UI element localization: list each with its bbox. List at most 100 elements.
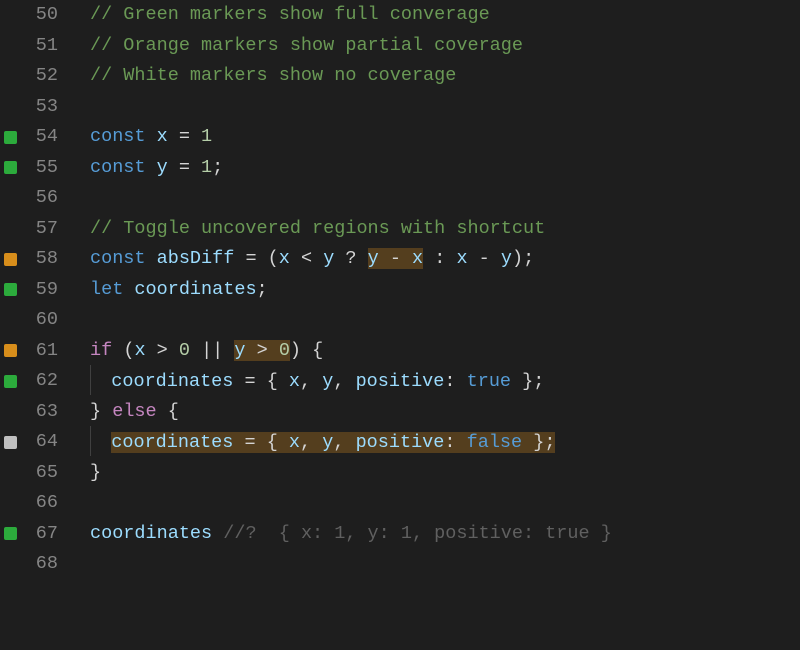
code-line[interactable]: 66 xyxy=(0,488,800,519)
code-line[interactable]: 64coordinates = { x, y, positive: false … xyxy=(0,427,800,458)
line-number: 57 xyxy=(20,214,64,244)
coverage-gutter[interactable] xyxy=(0,253,20,266)
coverage-gutter[interactable] xyxy=(0,161,20,174)
code-line[interactable]: 57 // Toggle uncovered regions with short… xyxy=(0,214,800,245)
line-number: 65 xyxy=(20,458,64,488)
token-var: coordinates xyxy=(111,371,233,392)
token-pun xyxy=(212,523,223,544)
token-var: absDiff xyxy=(157,248,235,269)
token-cmt: // Toggle uncovered regions with shortcu… xyxy=(90,218,545,239)
token-num: 0 xyxy=(179,340,190,361)
coverage-marker-green[interactable] xyxy=(4,283,17,296)
code-content[interactable]: coordinates = { x, y, positive: true }; xyxy=(64,366,544,397)
code-content[interactable]: // Green markers show full converage xyxy=(64,0,490,30)
coverage-marker-white[interactable] xyxy=(4,436,17,449)
token-prop: x xyxy=(289,432,300,453)
coverage-marker-green[interactable] xyxy=(4,375,17,388)
token-pun: = { xyxy=(233,371,289,392)
token-pun: } xyxy=(90,401,112,422)
code-content[interactable]: // Orange markers show partial coverage xyxy=(64,31,523,61)
line-number: 53 xyxy=(20,92,64,122)
token-pun: || xyxy=(190,340,234,361)
code-line[interactable]: 67coordinates //? { x: 1, y: 1, positive… xyxy=(0,519,800,550)
code-line[interactable]: 63} else { xyxy=(0,397,800,428)
code-content[interactable]: // Toggle uncovered regions with shortcu… xyxy=(64,214,545,244)
code-content[interactable]: const y = 1; xyxy=(64,153,223,183)
coverage-marker-orange[interactable] xyxy=(4,253,17,266)
code-line[interactable]: 68 xyxy=(0,549,800,580)
code-line[interactable]: 58const absDiff = (x < y ? y - x : x - y… xyxy=(0,244,800,275)
code-line[interactable]: 52// White markers show no coverage xyxy=(0,61,800,92)
token-pun xyxy=(146,157,157,178)
code-line[interactable]: 51// Orange markers show partial coverag… xyxy=(0,31,800,62)
token-var: x xyxy=(456,248,467,269)
coverage-gutter[interactable] xyxy=(0,283,20,296)
coverage-gutter[interactable] xyxy=(0,527,20,540)
line-number: 52 xyxy=(20,61,64,91)
token-pun: ); xyxy=(512,248,534,269)
line-number: 67 xyxy=(20,519,64,549)
code-content[interactable]: } else { xyxy=(64,397,179,427)
line-number: 58 xyxy=(20,244,64,274)
token-pun: ? xyxy=(334,248,367,269)
code-editor[interactable]: 50// Green markers show full converage51… xyxy=(0,0,800,580)
token-var: x xyxy=(157,126,168,147)
code-line[interactable]: 65} xyxy=(0,458,800,489)
code-content[interactable]: // White markers show no coverage xyxy=(64,61,456,91)
token-hint: //? { x: 1, y: 1, positive: true } xyxy=(223,523,612,544)
code-line[interactable]: 59let coordinates; xyxy=(0,275,800,306)
token-prop: positive xyxy=(356,371,445,392)
token-kw: let xyxy=(90,279,123,300)
line-number: 62 xyxy=(20,366,64,396)
line-number: 64 xyxy=(20,427,64,457)
line-number: 63 xyxy=(20,397,64,427)
token-kwc: else xyxy=(112,401,156,422)
coverage-marker-green[interactable] xyxy=(4,161,17,174)
token-pun: > xyxy=(146,340,179,361)
token-num: 1 xyxy=(201,126,212,147)
token-kw: const xyxy=(90,126,146,147)
coverage-gutter[interactable] xyxy=(0,131,20,144)
token-kw: const xyxy=(90,248,146,269)
coverage-marker-green[interactable] xyxy=(4,131,17,144)
token-pun: : xyxy=(423,248,456,269)
token-pun: , xyxy=(300,432,322,453)
token-var: y xyxy=(234,340,245,361)
code-line[interactable]: 55const y = 1; xyxy=(0,153,800,184)
line-number: 66 xyxy=(20,488,64,518)
code-content[interactable]: const absDiff = (x < y ? y - x : x - y); xyxy=(64,244,534,274)
code-line[interactable]: 53 xyxy=(0,92,800,123)
coverage-marker-orange[interactable] xyxy=(4,344,17,357)
token-pun: > xyxy=(246,340,279,361)
token-pun: ; xyxy=(257,279,268,300)
code-content[interactable]: coordinates = { x, y, positive: false }; xyxy=(64,427,555,458)
code-line[interactable]: 50// Green markers show full converage xyxy=(0,0,800,31)
code-line[interactable]: 60 xyxy=(0,305,800,336)
coverage-gutter[interactable] xyxy=(0,436,20,449)
token-num: 1 xyxy=(201,157,212,178)
code-line[interactable]: 62coordinates = { x, y, positive: true }… xyxy=(0,366,800,397)
token-pun xyxy=(146,126,157,147)
token-pun: : xyxy=(444,432,466,453)
line-number: 59 xyxy=(20,275,64,305)
token-num: 0 xyxy=(279,340,290,361)
token-pun: }; xyxy=(511,371,544,392)
code-content[interactable]: const x = 1 xyxy=(64,122,212,152)
code-line[interactable]: 54const x = 1 xyxy=(0,122,800,153)
token-pun: , xyxy=(333,432,355,453)
code-content[interactable]: let coordinates; xyxy=(64,275,268,305)
coverage-marker-green[interactable] xyxy=(4,527,17,540)
code-content[interactable]: } xyxy=(64,458,101,488)
coverage-gutter[interactable] xyxy=(0,344,20,357)
token-pun: = xyxy=(168,126,201,147)
line-number: 60 xyxy=(20,305,64,335)
indent-guide xyxy=(90,365,101,396)
code-content[interactable]: coordinates //? { x: 1, y: 1, positive: … xyxy=(64,519,612,549)
code-line[interactable]: 61if (x > 0 || y > 0) { xyxy=(0,336,800,367)
code-line[interactable]: 56 xyxy=(0,183,800,214)
token-pun: { xyxy=(157,401,179,422)
code-content[interactable]: if (x > 0 || y > 0) { xyxy=(64,336,323,366)
token-var: x xyxy=(279,248,290,269)
indent-guide xyxy=(90,426,101,457)
coverage-gutter[interactable] xyxy=(0,375,20,388)
